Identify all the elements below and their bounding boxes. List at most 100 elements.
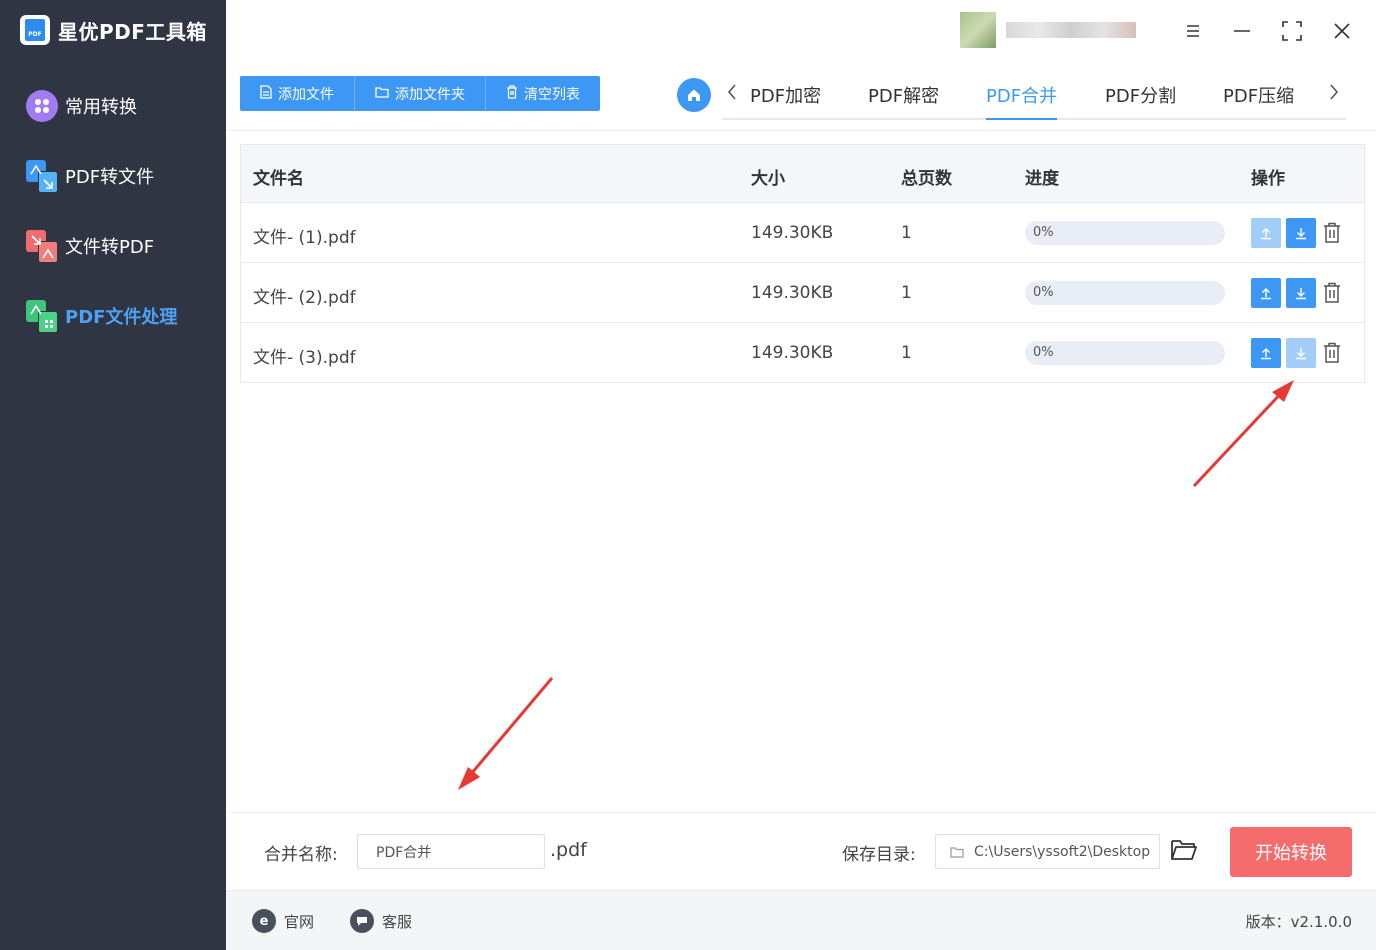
tab-pdf-decrypt[interactable]: PDF解密 bbox=[868, 82, 939, 118]
add-folder-label: 添加文件夹 bbox=[395, 86, 465, 103]
toolbar: 添加文件 添加文件夹 清空列表 bbox=[240, 76, 600, 111]
page-count: 1 bbox=[901, 283, 912, 303]
sidebar-item-label: 文件转PDF bbox=[65, 237, 155, 258]
footer: e 官网 客服 版本：v2.1.0.0 bbox=[226, 890, 1376, 950]
delete-button[interactable] bbox=[1317, 218, 1347, 248]
maximize-icon[interactable] bbox=[1277, 16, 1307, 46]
file-size: 149.30KB bbox=[751, 283, 834, 303]
user-account[interactable] bbox=[960, 12, 1152, 48]
chat-icon bbox=[350, 909, 374, 933]
file-name: 文件- (3).pdf bbox=[253, 348, 356, 368]
save-dir-path: C:\Users\yssoft2\Desktop bbox=[974, 843, 1151, 860]
table-row[interactable]: 文件- (3).pdf 149.30KB 1 0% bbox=[240, 323, 1365, 383]
empty-list-area bbox=[240, 384, 1365, 800]
tab-pdf-compress[interactable]: PDF压缩 bbox=[1223, 82, 1294, 118]
file-name: 文件- (2).pdf bbox=[253, 288, 356, 308]
tab-bar: PDF加密 PDF解密 PDF合并 PDF分割 PDF压缩 bbox=[722, 76, 1346, 120]
progress-text: 0% bbox=[1033, 345, 1054, 360]
chevron-right-icon[interactable] bbox=[1328, 82, 1340, 107]
tab-pdf-split[interactable]: PDF分割 bbox=[1105, 82, 1176, 118]
trash-icon bbox=[1324, 222, 1340, 243]
merge-extension: .pdf bbox=[550, 839, 587, 861]
move-up-button[interactable] bbox=[1251, 218, 1281, 248]
col-actions: 操作 bbox=[1251, 169, 1285, 189]
clear-list-button[interactable]: 清空列表 bbox=[486, 76, 600, 111]
app-name: 星优PDF工具箱 bbox=[58, 19, 207, 44]
output-settings: 合并名称: PDF合并 .pdf 保存目录: C:\Users\yssoft2\… bbox=[226, 812, 1376, 890]
page-count: 1 bbox=[901, 343, 912, 363]
tab-pdf-encrypt[interactable]: PDF加密 bbox=[750, 82, 821, 118]
arrow-up-icon bbox=[1261, 228, 1271, 240]
save-dir-label: 保存目录: bbox=[842, 845, 916, 865]
website-link[interactable]: e 官网 bbox=[252, 909, 314, 933]
support-label: 客服 bbox=[382, 912, 413, 931]
title-bar bbox=[226, 0, 1376, 62]
arrow-down-icon bbox=[1296, 288, 1306, 300]
sidebar-item-pdf-process[interactable]: PDF文件处理 bbox=[26, 298, 177, 334]
table-row[interactable]: 文件- (1).pdf 149.30KB 1 0% bbox=[240, 203, 1365, 263]
sidebar-item-pdf-to-file[interactable]: PDF转文件 bbox=[26, 158, 154, 194]
col-size: 大小 bbox=[751, 169, 785, 189]
app-title: PDF 星优PDF工具箱 bbox=[20, 14, 207, 46]
main-panel: 添加文件 添加文件夹 清空列表 PDF加密 PDF解密 PDF合并 PDF分割 … bbox=[226, 0, 1376, 950]
arrow-up-icon bbox=[1261, 348, 1271, 360]
move-down-button[interactable] bbox=[1286, 338, 1316, 368]
file-table: 文件名 大小 总页数 进度 操作 文件- (1).pdf 149.30KB 1 … bbox=[240, 144, 1365, 800]
sidebar-item-label: PDF文件处理 bbox=[65, 307, 178, 328]
col-pages: 总页数 bbox=[901, 169, 952, 189]
col-progress: 进度 bbox=[1025, 169, 1059, 189]
add-file-button[interactable]: 添加文件 bbox=[240, 76, 355, 111]
minimize-icon[interactable] bbox=[1227, 16, 1257, 46]
add-file-label: 添加文件 bbox=[278, 86, 334, 103]
avatar bbox=[960, 12, 996, 48]
page-count: 1 bbox=[901, 223, 912, 243]
divider bbox=[226, 130, 1376, 131]
arrow-up-icon bbox=[1261, 288, 1271, 300]
open-folder-icon[interactable] bbox=[1170, 837, 1198, 867]
sidebar-item-label: PDF转文件 bbox=[65, 167, 155, 188]
sidebar-item-file-to-pdf[interactable]: 文件转PDF bbox=[26, 228, 154, 264]
folder-icon bbox=[950, 846, 964, 858]
start-convert-button[interactable]: 开始转换 bbox=[1230, 827, 1352, 877]
move-down-button[interactable] bbox=[1286, 278, 1316, 308]
progress-bar: 0% bbox=[1025, 221, 1225, 245]
username-blurred bbox=[1006, 22, 1136, 38]
move-up-button[interactable] bbox=[1251, 278, 1281, 308]
file-size: 149.30KB bbox=[751, 343, 834, 363]
table-header: 文件名 大小 总页数 进度 操作 bbox=[240, 144, 1365, 203]
table-row[interactable]: 文件- (2).pdf 149.30KB 1 0% bbox=[240, 263, 1365, 323]
close-icon[interactable] bbox=[1327, 16, 1357, 46]
col-filename: 文件名 bbox=[253, 169, 304, 189]
move-up-button[interactable] bbox=[1251, 338, 1281, 368]
app-logo-icon: PDF bbox=[20, 15, 50, 45]
file-icon bbox=[260, 84, 272, 103]
progress-bar: 0% bbox=[1025, 341, 1225, 365]
progress-text: 0% bbox=[1033, 225, 1054, 240]
home-icon bbox=[688, 89, 700, 101]
menu-icon[interactable] bbox=[1178, 16, 1208, 46]
merge-name-input[interactable]: PDF合并 bbox=[357, 834, 545, 869]
folder-icon bbox=[375, 86, 389, 102]
save-dir-input[interactable]: C:\Users\yssoft2\Desktop bbox=[935, 834, 1160, 869]
progress-text: 0% bbox=[1033, 285, 1054, 300]
file-to-pdf-icon bbox=[26, 230, 58, 263]
website-label: 官网 bbox=[284, 912, 315, 931]
pdf-to-file-icon bbox=[26, 160, 58, 193]
pdf-process-icon bbox=[26, 300, 58, 333]
merge-name-label: 合并名称: bbox=[264, 845, 338, 865]
browser-icon: e bbox=[252, 909, 276, 933]
support-link[interactable]: 客服 bbox=[350, 909, 412, 933]
move-down-button[interactable] bbox=[1286, 218, 1316, 248]
version-label: 版本：v2.1.0.0 bbox=[1245, 913, 1352, 931]
add-folder-button[interactable]: 添加文件夹 bbox=[355, 76, 486, 111]
home-button[interactable] bbox=[677, 78, 711, 112]
arrow-down-icon bbox=[1296, 348, 1306, 360]
delete-button[interactable] bbox=[1317, 338, 1347, 368]
arrow-down-icon bbox=[1296, 228, 1306, 240]
tab-pdf-merge[interactable]: PDF合并 bbox=[986, 82, 1058, 120]
chevron-left-icon[interactable] bbox=[726, 82, 738, 107]
file-name: 文件- (1).pdf bbox=[253, 228, 356, 248]
sidebar: PDF 星优PDF工具箱 常用转换 PDF转文件 文件转PDF PDF文件处理 bbox=[0, 0, 226, 950]
sidebar-item-common-convert[interactable]: 常用转换 bbox=[26, 88, 137, 124]
delete-button[interactable] bbox=[1317, 278, 1347, 308]
